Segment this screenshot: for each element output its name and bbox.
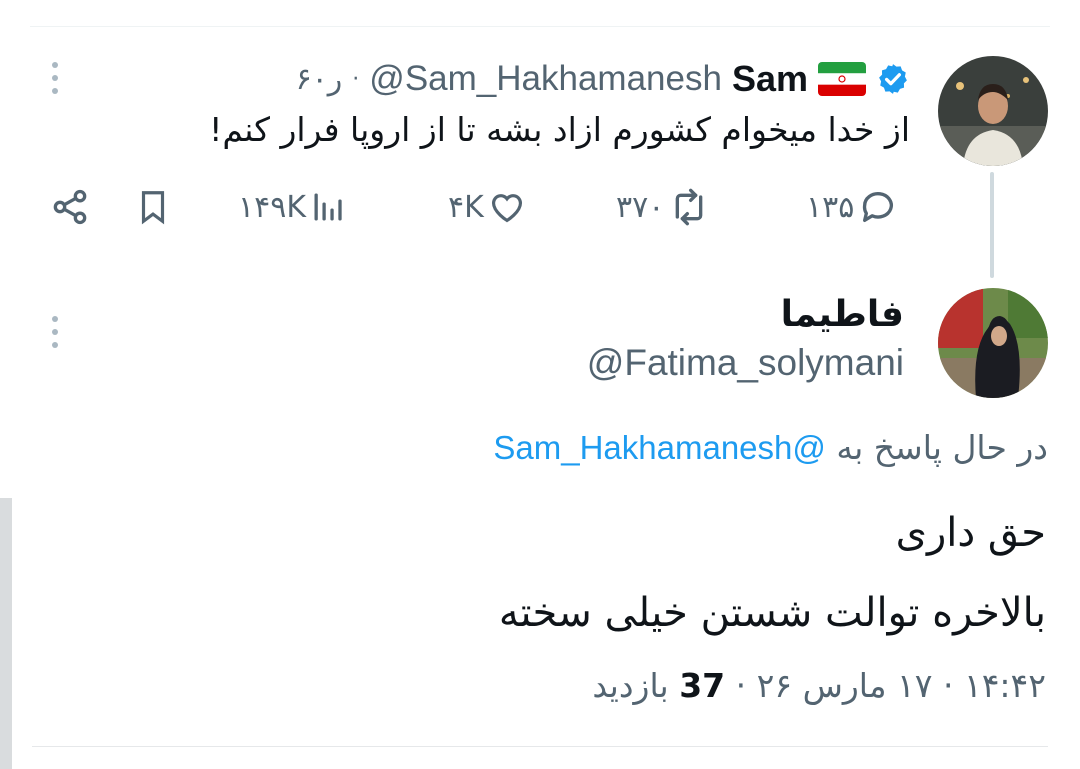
bottom-divider xyxy=(32,746,1048,747)
reply-icon xyxy=(863,192,894,222)
reply-author-handle[interactable]: @Fatima_solymani xyxy=(587,342,904,384)
bookmark-button[interactable] xyxy=(134,184,172,230)
scrollbar[interactable] xyxy=(0,498,12,769)
reply-text-line1: حق داری xyxy=(895,510,1046,556)
reply-views-count: 37 xyxy=(679,666,726,705)
reply-meta: ۱۴:۴۲ · ۱۷ مارس ۲۶ · 37 بازدید xyxy=(592,666,1046,705)
tweet-header: Sam @Sam_Hakhamanesh · ۶۰ر xyxy=(296,56,910,102)
like-button[interactable]: ۴K xyxy=(448,184,526,230)
views-button[interactable]: ۱۴۹K xyxy=(238,184,346,230)
views-count: ۱۴۹K xyxy=(238,189,307,225)
reply-text-line2: بالاخره توالت شستن خیلی سخته xyxy=(498,590,1046,636)
separator-dot: · xyxy=(352,66,360,92)
tweet-time[interactable]: ۶۰ر xyxy=(296,62,343,97)
reply-author-name[interactable]: فاطیما xyxy=(781,294,904,335)
bookmark-icon xyxy=(141,191,165,225)
reply-date[interactable]: ۱۷ مارس ۲۶ xyxy=(757,666,933,705)
sam-avatar[interactable] xyxy=(938,56,1048,166)
likes-count: ۴K xyxy=(448,189,484,225)
replies-count: ۱۳۵ xyxy=(806,189,855,225)
verified-badge-icon xyxy=(876,62,910,96)
tweet-actions: ۱۴۹K ۴K ۳۷۰ ۱۳۵ xyxy=(50,184,910,230)
iran-flag-icon xyxy=(818,62,866,96)
thread-line xyxy=(990,172,994,278)
reply-time[interactable]: ۱۴:۴۲ xyxy=(964,666,1046,705)
reply-button[interactable]: ۱۳۵ xyxy=(806,184,898,230)
tweet-text: از خدا میخوام کشورم ازاد بشه تا از اروپا… xyxy=(209,110,910,149)
share-button[interactable] xyxy=(50,184,90,230)
author-name[interactable]: Sam xyxy=(732,58,808,100)
top-divider xyxy=(30,26,1050,27)
share-icon xyxy=(53,189,87,225)
retweets-count: ۳۷۰ xyxy=(616,189,665,225)
more-icon[interactable] xyxy=(50,62,60,94)
more-icon[interactable] xyxy=(50,316,60,348)
author-handle[interactable]: @Sam_Hakhamanesh xyxy=(369,59,722,99)
reply-views-label: بازدید xyxy=(592,666,669,705)
replying-to-label: در حال پاسخ به xyxy=(836,428,1048,467)
retweet-button[interactable]: ۳۷۰ xyxy=(616,184,710,230)
views-icon xyxy=(314,193,342,221)
replying-to: در حال پاسخ به @Sam_Hakhamanesh xyxy=(493,428,1048,467)
retweet-icon xyxy=(676,188,703,226)
like-icon xyxy=(491,194,522,223)
replying-to-mention[interactable]: @Sam_Hakhamanesh xyxy=(493,429,826,466)
fatima-avatar[interactable] xyxy=(938,288,1048,398)
